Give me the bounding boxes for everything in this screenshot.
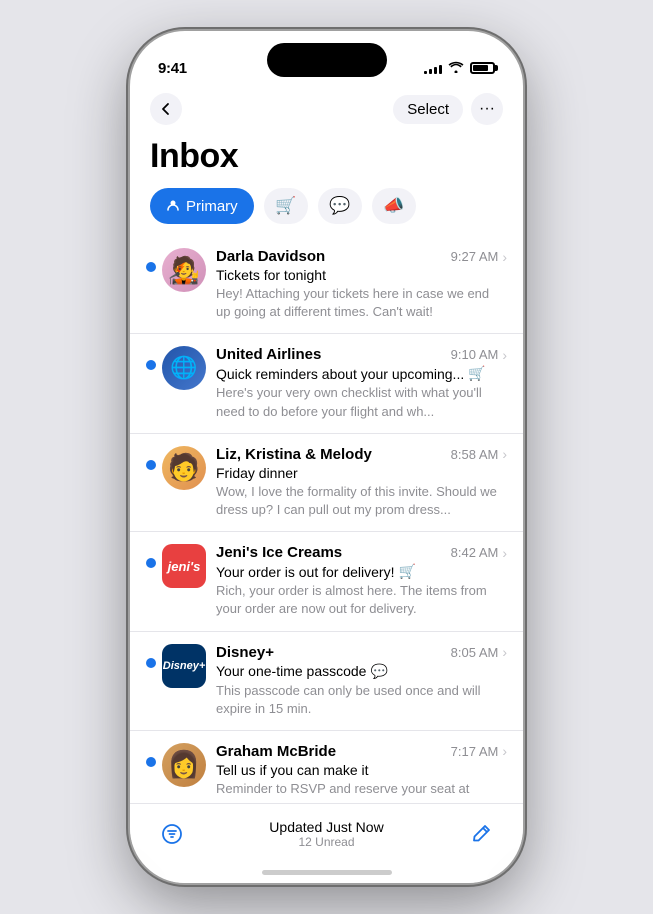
more-button[interactable]: ··· (471, 93, 503, 125)
chevron-right-icon: › (502, 743, 507, 759)
email-subject: Your order is out for delivery! 🛒 (216, 563, 507, 580)
email-sender: Liz, Kristina & Melody (216, 446, 372, 463)
filter-button[interactable] (158, 820, 186, 848)
email-time: 7:17 AM (451, 744, 499, 759)
page-title: Inbox (130, 133, 523, 188)
unread-indicator (146, 658, 156, 668)
tab-primary[interactable]: Primary (150, 188, 254, 224)
email-sender: Graham McBride (216, 743, 336, 760)
email-preview: Reminder to RSVP and reserve your seat a… (216, 780, 507, 798)
avatar: 🧑 (162, 446, 206, 490)
email-sender: United Airlines (216, 346, 321, 363)
select-button[interactable]: Select (393, 95, 463, 124)
email-subject: Quick reminders about your upcoming... 🛒 (216, 365, 507, 382)
sync-status-main: Updated Just Now (186, 819, 467, 835)
email-item[interactable]: 🧑 Liz, Kristina & Melody 8:58 AM › Frida… (130, 434, 523, 532)
tab-shopping[interactable]: 🛒 (264, 188, 308, 224)
avatar: 🌐 (162, 346, 206, 390)
email-time: 8:05 AM (451, 645, 499, 660)
unread-indicator (146, 360, 156, 370)
email-subject: Your one-time passcode 💬 (216, 663, 507, 680)
email-time: 9:27 AM (451, 249, 499, 264)
chevron-right-icon: › (502, 249, 507, 265)
email-time: 8:58 AM (451, 447, 499, 462)
chevron-right-icon: › (502, 545, 507, 561)
email-time: 9:10 AM (451, 347, 499, 362)
email-sender: Disney+ (216, 644, 274, 661)
email-item[interactable]: 🧑‍🎤 Darla Davidson 9:27 AM › Tickets for… (130, 236, 523, 334)
signal-icon (424, 62, 442, 74)
email-subject: Tell us if you can make it (216, 762, 507, 778)
email-item[interactable]: Disney+ Disney+ 8:05 AM › Your one-time … (130, 632, 523, 731)
email-preview: Rich, your order is almost here. The ite… (216, 582, 507, 618)
email-list: 🧑‍🎤 Darla Davidson 9:27 AM › Tickets for… (130, 236, 523, 806)
avatar: 👩 (162, 743, 206, 787)
email-content: Liz, Kristina & Melody 8:58 AM › Friday … (216, 446, 507, 519)
tab-primary-label: Primary (186, 198, 238, 215)
email-preview: This passcode can only be used once and … (216, 682, 507, 718)
shopping-tag: 🛒 (468, 365, 485, 382)
email-subject: Tickets for tonight (216, 267, 507, 283)
back-button[interactable] (150, 93, 182, 125)
email-content: Disney+ 8:05 AM › Your one-time passcode… (216, 644, 507, 718)
email-sender: Jeni's Ice Creams (216, 544, 342, 561)
unread-indicator (146, 558, 156, 568)
avatar: jeni's (162, 544, 206, 588)
chevron-right-icon: › (502, 644, 507, 660)
unread-indicator (146, 262, 156, 272)
chevron-right-icon: › (502, 347, 507, 363)
email-item[interactable]: jeni's Jeni's Ice Creams 8:42 AM › Your … (130, 532, 523, 631)
email-preview: Wow, I love the formality of this invite… (216, 483, 507, 519)
email-time: 8:42 AM (451, 545, 499, 560)
status-time: 9:41 (158, 60, 187, 77)
email-subject: Friday dinner (216, 465, 507, 481)
shopping-tag: 🛒 (398, 563, 415, 580)
category-tabs: Primary 🛒 💬 📣 (130, 188, 523, 236)
email-content: Graham McBride 7:17 AM › Tell us if you … (216, 743, 507, 798)
social-tag: 💬 (370, 663, 387, 680)
phone-frame: 9:41 (130, 31, 523, 883)
sync-status: Updated Just Now 12 Unread (186, 819, 467, 849)
avatar: Disney+ (162, 644, 206, 688)
battery-icon (470, 62, 495, 74)
unread-indicator (146, 757, 156, 767)
person-icon (166, 198, 180, 215)
dynamic-island (267, 43, 387, 77)
tab-social[interactable]: 💬 (318, 188, 362, 224)
compose-button[interactable] (467, 820, 495, 848)
email-content: Darla Davidson 9:27 AM › Tickets for ton… (216, 248, 507, 321)
nav-actions: Select ··· (393, 93, 503, 125)
email-preview: Hey! Attaching your tickets here in case… (216, 285, 507, 321)
unread-indicator (146, 460, 156, 470)
home-indicator (262, 870, 392, 875)
email-item[interactable]: 👩 Graham McBride 7:17 AM › Tell us if yo… (130, 731, 523, 806)
wifi-icon (448, 60, 464, 76)
chevron-right-icon: › (502, 446, 507, 462)
tab-promotions[interactable]: 📣 (372, 188, 416, 224)
email-preview: Here's your very own checklist with what… (216, 384, 507, 420)
email-content: Jeni's Ice Creams 8:42 AM › Your order i… (216, 544, 507, 618)
nav-bar: Select ··· (130, 89, 523, 133)
status-icons (424, 60, 495, 76)
email-content: United Airlines 9:10 AM › Quick reminder… (216, 346, 507, 420)
email-sender: Darla Davidson (216, 248, 325, 265)
sync-status-sub: 12 Unread (186, 835, 467, 849)
avatar: 🧑‍🎤 (162, 248, 206, 292)
email-item[interactable]: 🌐 United Airlines 9:10 AM › Quick remind… (130, 334, 523, 433)
